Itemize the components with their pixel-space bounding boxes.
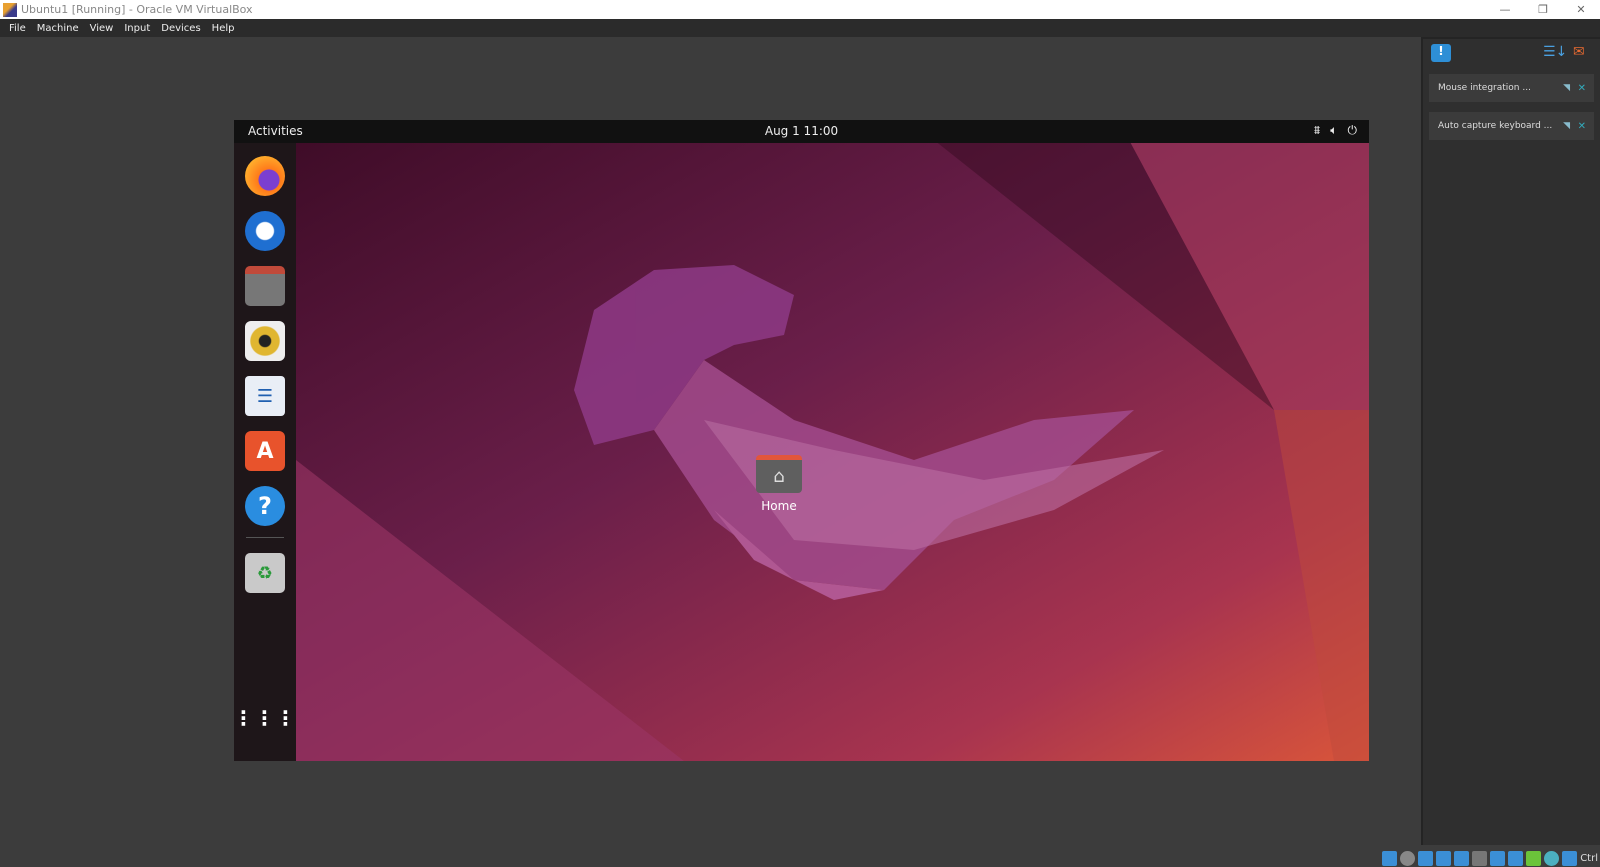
minimize-button[interactable]: — bbox=[1486, 0, 1524, 19]
power-icon: ⏻ bbox=[1347, 123, 1358, 137]
files-icon[interactable] bbox=[245, 266, 285, 306]
menu-machine[interactable]: Machine bbox=[37, 23, 79, 34]
title-bar: Ubuntu1 [Running] - Oracle VM VirtualBox… bbox=[0, 0, 1600, 19]
virtualbox-logo-icon bbox=[3, 2, 17, 17]
system-tray[interactable]: ⩩ 🔈︎ ⏻ bbox=[1314, 123, 1357, 138]
pin-icon[interactable]: ◥ bbox=[1563, 121, 1570, 131]
rhythmbox-icon[interactable] bbox=[245, 321, 285, 361]
menu-help[interactable]: Help bbox=[212, 23, 235, 34]
audio-icon[interactable] bbox=[1418, 850, 1434, 866]
display-icon[interactable] bbox=[1490, 850, 1506, 866]
network-adapter-icon[interactable] bbox=[1436, 850, 1452, 866]
show-applications-icon[interactable]: ⋮⋮⋮ bbox=[234, 698, 296, 738]
desktop-icon-home[interactable]: ⌂ Home bbox=[734, 455, 824, 513]
notification-text: Mouse integration ... bbox=[1438, 83, 1531, 93]
menu-input[interactable]: Input bbox=[124, 23, 150, 34]
vt-x-icon[interactable] bbox=[1526, 850, 1542, 866]
menu-file[interactable]: File bbox=[9, 23, 26, 34]
host-key: Ctrl bbox=[1580, 852, 1598, 864]
notification-item[interactable]: Mouse integration ... ◥ ✕ bbox=[1429, 74, 1594, 102]
clock[interactable]: Aug 1 11:00 bbox=[234, 124, 1369, 138]
shared-folders-icon[interactable] bbox=[1472, 850, 1488, 866]
firefox-icon[interactable] bbox=[245, 156, 285, 196]
notification-center: ! ☰↓ ✉ Mouse integration ... ◥ ✕ Auto ca… bbox=[1421, 37, 1600, 845]
thunderbird-icon[interactable] bbox=[245, 211, 285, 251]
pin-icon[interactable]: ◥ bbox=[1563, 83, 1570, 93]
dock: ☰ A ? ♻ ⋮⋮⋮ bbox=[234, 143, 296, 761]
network-icon: ⩩ bbox=[1313, 123, 1321, 137]
notification-item[interactable]: Auto capture keyboard ... ◥ ✕ bbox=[1429, 112, 1594, 140]
recording-icon[interactable] bbox=[1508, 850, 1524, 866]
wallpaper bbox=[234, 120, 1369, 761]
gnome-top-bar: Activities Aug 1 11:00 ⩩ 🔈︎ ⏻ bbox=[234, 120, 1369, 143]
close-icon[interactable]: ✕ bbox=[1578, 121, 1586, 132]
menu-devices[interactable]: Devices bbox=[161, 23, 200, 34]
sort-icon[interactable]: ☰↓ bbox=[1543, 44, 1567, 60]
libreoffice-writer-icon[interactable]: ☰ bbox=[245, 376, 285, 416]
home-folder-icon: ⌂ bbox=[756, 455, 802, 493]
hard-disk-icon[interactable] bbox=[1382, 850, 1398, 866]
optical-drive-icon[interactable] bbox=[1400, 850, 1416, 866]
home-label: Home bbox=[761, 499, 797, 513]
help-icon[interactable]: ? bbox=[245, 486, 285, 526]
dock-separator bbox=[246, 537, 284, 538]
menu-view[interactable]: View bbox=[90, 23, 114, 34]
usb-icon[interactable] bbox=[1454, 850, 1470, 866]
window-title: Ubuntu1 [Running] - Oracle VM VirtualBox bbox=[21, 3, 253, 16]
close-button[interactable]: ✕ bbox=[1562, 0, 1600, 19]
trash-icon[interactable]: ♻ bbox=[245, 553, 285, 593]
dismiss-all-icon[interactable]: ✉ bbox=[1573, 44, 1585, 60]
notification-text: Auto capture keyboard ... bbox=[1438, 121, 1553, 131]
restore-button[interactable]: ❐ bbox=[1524, 0, 1562, 19]
status-bar: Ctrl bbox=[1382, 849, 1600, 867]
ubuntu-software-icon[interactable]: A bbox=[245, 431, 285, 471]
mouse-integration-icon[interactable] bbox=[1544, 850, 1560, 866]
keyboard-capture-icon[interactable] bbox=[1562, 850, 1578, 866]
volume-icon: 🔈︎ bbox=[1330, 123, 1338, 137]
notification-icon[interactable]: ! bbox=[1431, 44, 1451, 62]
guest-screen[interactable]: Activities Aug 1 11:00 ⩩ 🔈︎ ⏻ ☰ A ? ♻ ⋮⋮… bbox=[234, 120, 1369, 761]
menu-bar: File Machine View Input Devices Help bbox=[0, 19, 1600, 37]
close-icon[interactable]: ✕ bbox=[1578, 83, 1586, 94]
